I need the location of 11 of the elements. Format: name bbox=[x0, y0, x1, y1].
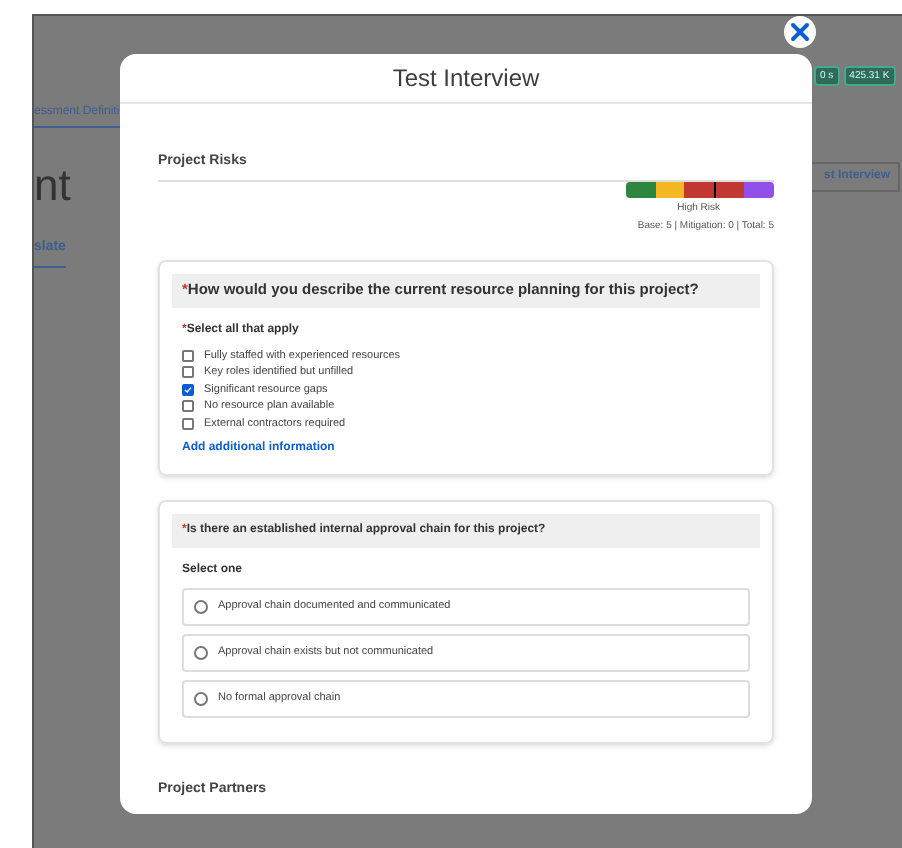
checkbox[interactable] bbox=[182, 417, 194, 430]
checkbox[interactable] bbox=[182, 366, 194, 379]
radio-button[interactable] bbox=[194, 600, 208, 614]
close-icon bbox=[790, 22, 810, 42]
checkbox[interactable] bbox=[182, 349, 194, 362]
checkbox[interactable] bbox=[182, 400, 194, 413]
checkbox[interactable] bbox=[182, 383, 194, 396]
page-heading: nt bbox=[34, 158, 71, 214]
radio-button[interactable] bbox=[194, 692, 208, 706]
radio-button[interactable] bbox=[194, 646, 208, 660]
modal-title: Test Interview bbox=[392, 62, 540, 96]
